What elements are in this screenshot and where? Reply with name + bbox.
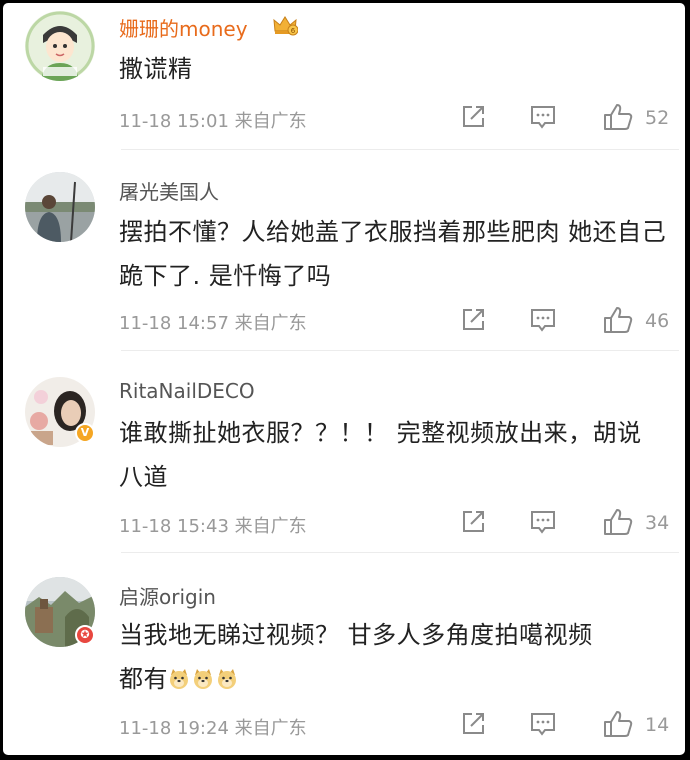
timestamp: 11-18 15:01 bbox=[119, 111, 229, 132]
like-count: 14 bbox=[645, 714, 670, 736]
comment-icon[interactable] bbox=[530, 711, 556, 737]
comment-meta: 11-18 14:57 来自广东 bbox=[119, 309, 307, 335]
comment-icon[interactable] bbox=[530, 307, 556, 333]
comment-text: 撒谎精 bbox=[119, 55, 193, 83]
comment-text-line: 当我地无睇过视频？ 甘多人多角度拍噶视频 bbox=[119, 621, 593, 649]
red-badge: ✪ bbox=[75, 625, 95, 645]
share-icon[interactable] bbox=[460, 509, 486, 535]
svg-text:6: 6 bbox=[291, 27, 296, 35]
share-icon[interactable] bbox=[460, 711, 486, 737]
doge-emoji bbox=[194, 669, 212, 689]
username[interactable]: 启源origin bbox=[119, 581, 216, 610]
location: 来自广东 bbox=[234, 718, 307, 739]
comment-item: V RitaNailDECO 谁敢撕扯她衣服？？！！ 完整视频放出来，胡说八道 … bbox=[3, 351, 685, 552]
location: 来自广东 bbox=[234, 111, 307, 132]
doge-emoji bbox=[218, 669, 236, 689]
timestamp: 11-18 14:57 bbox=[119, 313, 229, 334]
comment-text: 摆拍不懂？人给她盖了衣服挡着那些肥肉 她还自己跪下了. 是忏悔了吗 bbox=[119, 218, 667, 290]
username[interactable]: RitaNailDECO bbox=[119, 379, 255, 403]
avatar[interactable] bbox=[25, 11, 95, 81]
comment-meta: 11-18 15:43 来自广东 bbox=[119, 512, 307, 538]
timestamp: 11-18 15:43 bbox=[119, 516, 229, 537]
like-icon[interactable] bbox=[603, 508, 633, 536]
username[interactable]: 姗珊的money bbox=[119, 13, 248, 42]
comment-text-end: 都有 bbox=[119, 665, 168, 693]
comment-icon[interactable] bbox=[530, 509, 556, 535]
like-count: 46 bbox=[645, 310, 670, 332]
comment-item: 屠光美国人 摆拍不懂？人给她盖了衣服挡着那些肥肉 她还自己跪下了. 是忏悔了吗 … bbox=[3, 150, 685, 351]
location: 来自广东 bbox=[234, 313, 307, 334]
comment-text-line: 都有 bbox=[119, 657, 667, 701]
comment-meta: 11-18 15:01 来自广东 bbox=[119, 107, 307, 133]
verified-badge: V bbox=[75, 423, 95, 443]
comment-meta: 11-18 19:24 来自广东 bbox=[119, 714, 307, 740]
crown-icon: 6 bbox=[273, 16, 298, 36]
comment-item: 姗珊的money 6 撒谎精 11-18 15:01 来自广东 52 bbox=[3, 3, 685, 149]
doge-emoji-group bbox=[168, 665, 240, 693]
comment-text: 谁敢撕扯她衣服？？！！ 完整视频放出来，胡说八道 bbox=[119, 419, 642, 491]
like-count: 34 bbox=[645, 512, 670, 534]
like-icon[interactable] bbox=[603, 103, 633, 131]
doge-emoji bbox=[170, 669, 188, 689]
username[interactable]: 屠光美国人 bbox=[119, 176, 219, 205]
comment-text: 当我地无睇过视频？ 甘多人多角度拍噶视频 都有 bbox=[119, 613, 667, 701]
comment-panel: 姗珊的money 6 撒谎精 11-18 15:01 来自广东 52 屠光美国人… bbox=[3, 3, 685, 755]
comment-icon[interactable] bbox=[530, 104, 556, 130]
location: 来自广东 bbox=[234, 516, 307, 537]
comment-item: ✪ 启源origin 当我地无睇过视频？ 甘多人多角度拍噶视频 都有 11-18… bbox=[3, 553, 685, 755]
share-icon[interactable] bbox=[460, 307, 486, 333]
like-count: 52 bbox=[645, 107, 670, 129]
avatar[interactable] bbox=[25, 172, 95, 242]
share-icon[interactable] bbox=[460, 104, 486, 130]
timestamp: 11-18 19:24 bbox=[119, 718, 229, 739]
like-icon[interactable] bbox=[603, 306, 633, 334]
like-icon[interactable] bbox=[603, 710, 633, 738]
